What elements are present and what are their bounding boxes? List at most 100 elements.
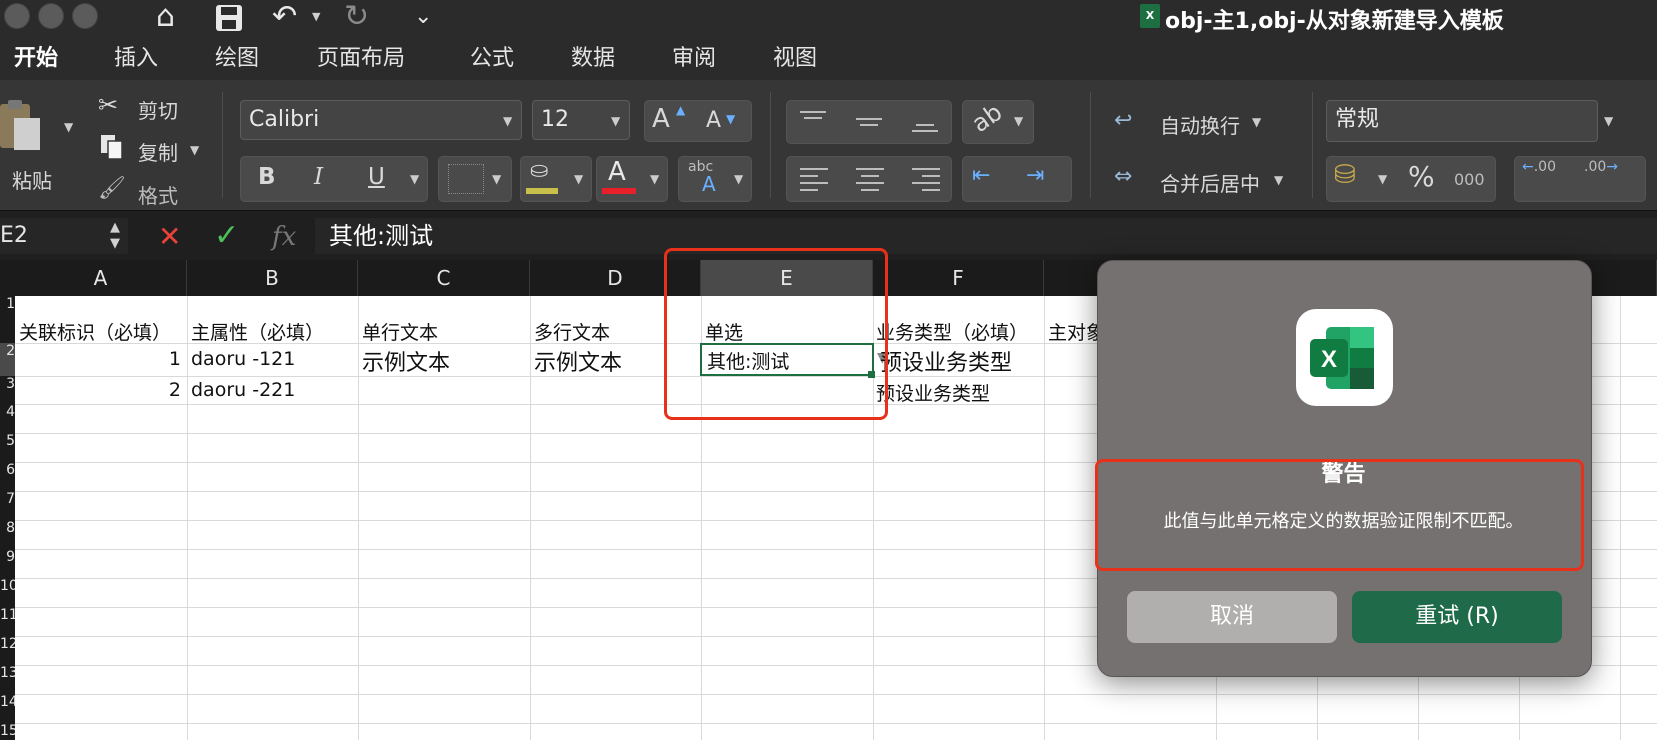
row-header-15[interactable]: 15 bbox=[0, 723, 15, 740]
undo-dropdown-icon[interactable]: ▼ bbox=[312, 10, 320, 23]
wrap-text-button[interactable]: 自动换行 bbox=[1160, 110, 1240, 139]
phonetic-dropdown-icon[interactable]: ▼ bbox=[734, 172, 743, 186]
column-header-a[interactable]: A bbox=[15, 260, 187, 296]
row-header-12[interactable]: 12 bbox=[0, 636, 15, 665]
align-bottom-icon[interactable] bbox=[912, 108, 938, 134]
tab-review[interactable]: 审阅 bbox=[672, 44, 716, 74]
copy-icon[interactable] bbox=[100, 134, 124, 160]
select-all-corner[interactable] bbox=[0, 260, 15, 296]
align-right-icon[interactable] bbox=[912, 166, 940, 192]
align-top-icon[interactable] bbox=[800, 108, 826, 134]
merge-center-icon[interactable]: ⇔ bbox=[1114, 164, 1132, 189]
wrap-text-dropdown-icon[interactable]: ▼ bbox=[1252, 115, 1261, 129]
underline-button[interactable]: U bbox=[368, 164, 385, 190]
row-header-5[interactable]: 5 bbox=[0, 433, 15, 462]
name-box[interactable]: E2 bbox=[0, 218, 128, 254]
align-center-icon[interactable] bbox=[856, 166, 884, 192]
row-header-14[interactable]: 14 bbox=[0, 694, 15, 723]
font-color-dropdown-icon[interactable]: ▼ bbox=[650, 172, 659, 186]
close-window-button[interactable] bbox=[4, 3, 30, 29]
row-header-13[interactable]: 13 bbox=[0, 665, 15, 694]
align-left-icon[interactable] bbox=[800, 166, 828, 192]
decrease-font-size-button[interactable]: A bbox=[706, 108, 721, 133]
customize-toolbar-icon[interactable]: ⌄ bbox=[414, 2, 432, 32]
accounting-dropdown-icon[interactable]: ▼ bbox=[1378, 172, 1387, 186]
cell-d1[interactable]: 多行文本 bbox=[534, 318, 610, 345]
cut-button[interactable]: 剪切 bbox=[138, 95, 178, 124]
underline-dropdown-icon[interactable]: ▼ bbox=[410, 172, 419, 186]
cell-f3[interactable]: 预设业务类型 bbox=[876, 379, 1042, 406]
confirm-entry-icon[interactable]: ✓ bbox=[214, 218, 239, 253]
increase-decimal-button[interactable]: ←.00 bbox=[1522, 160, 1556, 175]
wrap-text-icon[interactable]: ↩ bbox=[1114, 108, 1132, 133]
cell-c2[interactable]: 示例文本 bbox=[362, 345, 450, 377]
formula-input[interactable]: 其他:测试 bbox=[315, 218, 1657, 254]
scissors-icon[interactable]: ✂ bbox=[98, 91, 118, 119]
tab-page-layout[interactable]: 页面布局 bbox=[317, 44, 405, 74]
paste-dropdown-icon[interactable]: ▼ bbox=[64, 120, 73, 134]
borders-dropdown-icon[interactable]: ▼ bbox=[492, 172, 501, 186]
retry-button[interactable]: 重试 (R) bbox=[1352, 591, 1562, 643]
number-format-select[interactable]: 常规 bbox=[1326, 100, 1598, 142]
paste-icon[interactable] bbox=[0, 98, 48, 154]
number-format-dropdown-icon[interactable]: ▼ bbox=[1604, 114, 1613, 128]
increase-font-size-button[interactable]: A bbox=[652, 104, 670, 134]
name-box-stepper-icon[interactable]: ▲ ▼ bbox=[110, 220, 120, 252]
column-header-f[interactable]: F bbox=[873, 260, 1044, 296]
tab-view[interactable]: 视图 bbox=[773, 44, 817, 74]
tab-data[interactable]: 数据 bbox=[571, 44, 615, 74]
redo-icon[interactable]: ↻ bbox=[344, 2, 369, 32]
minimize-window-button[interactable] bbox=[38, 3, 64, 29]
cancel-button[interactable]: 取消 bbox=[1127, 591, 1337, 643]
tab-home[interactable]: 开始 bbox=[14, 44, 58, 74]
cell-c1[interactable]: 单行文本 bbox=[362, 318, 438, 345]
cell-f1[interactable]: 业务类型（必填） bbox=[876, 318, 1042, 345]
column-header-b[interactable]: B bbox=[187, 260, 358, 296]
increase-indent-icon[interactable]: ⇥ bbox=[1026, 163, 1044, 188]
row-header-9[interactable]: 9 bbox=[0, 549, 15, 578]
row-header-6[interactable]: 6 bbox=[0, 462, 15, 491]
row-header-2[interactable]: 2 bbox=[0, 343, 15, 376]
undo-icon[interactable]: ↶ bbox=[272, 2, 297, 32]
copy-button[interactable]: 复制 bbox=[138, 137, 178, 166]
row-header-8[interactable]: 8 bbox=[0, 520, 15, 549]
row-header-10[interactable]: 10 bbox=[0, 578, 15, 607]
cell-b1[interactable]: 主属性（必填） bbox=[191, 318, 324, 345]
tab-insert[interactable]: 插入 bbox=[114, 44, 158, 74]
cell-a3[interactable]: 2 bbox=[15, 379, 181, 401]
row-header-7[interactable]: 7 bbox=[0, 491, 15, 520]
paste-label[interactable]: 粘贴 bbox=[12, 165, 52, 194]
cell-g1[interactable]: 主对象 bbox=[1048, 318, 1098, 345]
accounting-format-icon[interactable]: ⛁ bbox=[1334, 160, 1356, 190]
decrease-indent-icon[interactable]: ⇤ bbox=[972, 163, 990, 188]
column-header-c[interactable]: C bbox=[358, 260, 530, 296]
italic-button[interactable]: I bbox=[314, 164, 323, 190]
font-name-select[interactable]: Calibri bbox=[240, 100, 522, 140]
tab-draw[interactable]: 绘图 bbox=[215, 44, 259, 74]
merge-center-button[interactable]: 合并后居中 bbox=[1160, 168, 1260, 197]
cell-b2[interactable]: daoru -121 bbox=[191, 348, 295, 370]
merge-center-dropdown-icon[interactable]: ▼ bbox=[1274, 173, 1283, 187]
tab-formulas[interactable]: 公式 bbox=[470, 44, 514, 74]
fill-color-dropdown-icon[interactable]: ▼ bbox=[574, 172, 583, 186]
cell-d2[interactable]: 示例文本 bbox=[534, 345, 622, 377]
format-painter-icon[interactable]: 🖌 bbox=[98, 176, 126, 201]
align-middle-icon[interactable] bbox=[856, 108, 882, 134]
font-name-dropdown-icon[interactable]: ▼ bbox=[503, 114, 512, 128]
row-header-11[interactable]: 11 bbox=[0, 607, 15, 636]
zoom-window-button[interactable] bbox=[72, 3, 98, 29]
cell-a1[interactable]: 关联标识（必填） bbox=[19, 318, 171, 345]
save-icon[interactable] bbox=[214, 3, 244, 39]
bold-button[interactable]: B bbox=[258, 164, 276, 190]
cancel-entry-icon[interactable]: ✕ bbox=[158, 220, 181, 253]
orientation-dropdown-icon[interactable]: ▼ bbox=[1014, 114, 1023, 128]
cell-f2[interactable]: 预设业务类型 bbox=[876, 345, 1042, 377]
copy-dropdown-icon[interactable]: ▼ bbox=[190, 143, 199, 157]
comma-style-button[interactable]: 000 bbox=[1454, 170, 1485, 189]
home-icon[interactable]: ⌂ bbox=[156, 2, 175, 32]
decrease-decimal-button[interactable]: .00→ bbox=[1584, 160, 1618, 175]
insert-function-icon[interactable]: fx bbox=[272, 222, 296, 252]
format-painter-button[interactable]: 格式 bbox=[138, 180, 178, 209]
row-header-4[interactable]: 4 bbox=[0, 404, 15, 433]
cell-b3[interactable]: daoru -221 bbox=[191, 379, 295, 401]
